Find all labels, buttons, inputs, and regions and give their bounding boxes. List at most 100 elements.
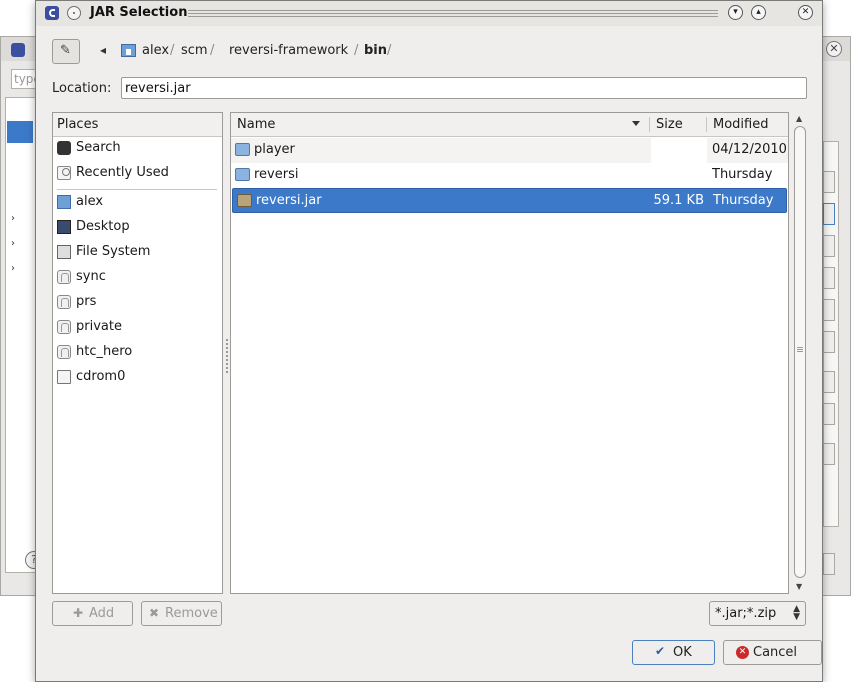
place-label: sync <box>76 269 106 284</box>
cancel-button[interactable]: ✕ Cancel <box>723 640 822 665</box>
background-tree <box>5 97 37 573</box>
cdrom-icon <box>57 370 71 384</box>
breadcrumb-alex[interactable]: alex <box>142 43 169 58</box>
drive-icon <box>57 295 71 309</box>
expand-arrow-icon[interactable]: › <box>11 263 15 274</box>
background-button[interactable] <box>823 553 835 575</box>
file-type-filter-select[interactable]: *.jar;*.zip ▲ ▼ <box>709 601 806 626</box>
place-htc-hero[interactable]: htc_hero <box>53 341 221 365</box>
size-cell <box>651 138 707 163</box>
dialog-title: JAR Selection <box>90 5 188 20</box>
location-input[interactable] <box>121 77 807 99</box>
pane-splitter[interactable] <box>226 339 228 373</box>
app-icon <box>11 43 25 57</box>
background-button[interactable] <box>823 171 835 193</box>
places-divider <box>57 189 217 190</box>
breadcrumb-separator: / <box>170 43 175 58</box>
place-cdrom0[interactable]: cdrom0 <box>53 366 221 390</box>
place-file-system[interactable]: File System <box>53 241 221 265</box>
background-button[interactable] <box>823 267 835 289</box>
place-label: alex <box>76 194 104 209</box>
place-label: prs <box>76 294 97 309</box>
minimize-icon[interactable]: ▾ <box>728 5 743 20</box>
dialog-titlebar: JAR Selection ▾ ▴ ✕ <box>36 1 822 26</box>
file-size: 59.1 KB <box>653 193 704 208</box>
scrollbar-thumb[interactable] <box>794 126 806 578</box>
place-recently-used[interactable]: Recently Used <box>53 162 221 186</box>
filesystem-icon <box>57 245 71 259</box>
place-sync[interactable]: sync <box>53 266 221 290</box>
checkmark-icon: ✔ <box>655 644 666 658</box>
plus-icon: ✚ <box>73 606 84 620</box>
file-row-player[interactable]: player 04/12/2010 <box>231 138 788 163</box>
jar-selection-dialog: JAR Selection ▾ ▴ ✕ ◂ alex / scm / rever… <box>35 0 823 682</box>
close-icon[interactable]: ✕ <box>826 41 842 57</box>
file-row-reversi[interactable]: reversi Thursday <box>231 163 788 188</box>
place-alex[interactable]: alex <box>53 191 221 215</box>
file-list-scrollbar[interactable]: ▲ ▼ <box>793 112 807 594</box>
desktop-icon <box>57 220 71 234</box>
background-button[interactable] <box>823 371 835 393</box>
remove-button[interactable]: ✖ Remove <box>141 601 222 626</box>
file-modified: Thursday <box>712 167 773 182</box>
place-label: htc_hero <box>76 344 133 359</box>
file-modified: 04/12/2010 <box>712 142 787 157</box>
breadcrumb-separator: / <box>387 43 392 58</box>
scroll-down-icon[interactable]: ▼ <box>796 582 802 591</box>
column-header-size[interactable]: Size <box>650 113 706 136</box>
breadcrumb-reversi-framework[interactable]: reversi-framework <box>229 43 348 58</box>
place-label: cdrom0 <box>76 369 126 384</box>
drive-icon <box>57 270 71 284</box>
file-name: player <box>254 142 295 157</box>
breadcrumb-scm[interactable]: scm <box>181 43 208 58</box>
add-button[interactable]: ✚ Add <box>52 601 133 626</box>
window-menu-icon[interactable] <box>67 6 81 20</box>
close-icon[interactable]: ✕ <box>798 5 813 20</box>
place-label: File System <box>76 244 151 259</box>
scroll-up-icon[interactable]: ▲ <box>796 114 802 123</box>
path-back-arrow-icon[interactable]: ◂ <box>100 43 106 57</box>
place-desktop[interactable]: Desktop <box>53 216 221 240</box>
folder-icon <box>235 168 250 181</box>
binoculars-icon <box>57 141 71 155</box>
remove-icon: ✖ <box>149 606 160 620</box>
drive-icon <box>57 320 71 334</box>
breadcrumb-bin[interactable]: bin <box>364 43 387 58</box>
spinner-arrows-icon: ▲ ▼ <box>793 604 800 622</box>
place-label: Recently Used <box>76 165 169 180</box>
background-button[interactable] <box>823 299 835 321</box>
file-list-header: Name Size Modified <box>231 113 788 137</box>
maximize-icon[interactable]: ▴ <box>751 5 766 20</box>
background-button[interactable] <box>823 203 835 225</box>
column-header-modified[interactable]: Modified <box>707 113 787 136</box>
place-prs[interactable]: prs <box>53 291 221 315</box>
expand-arrow-icon[interactable]: › <box>11 238 15 249</box>
file-row-reversi-jar[interactable]: reversi.jar 59.1 KB Thursday <box>232 188 787 213</box>
background-button[interactable] <box>823 403 835 425</box>
drive-icon <box>57 345 71 359</box>
cancel-icon: ✕ <box>736 646 749 659</box>
place-search[interactable]: Search <box>53 137 221 161</box>
jar-file-icon <box>237 194 252 207</box>
background-button[interactable] <box>823 235 835 257</box>
file-modified: Thursday <box>713 193 774 208</box>
breadcrumb-separator: / <box>210 43 215 58</box>
place-label: private <box>76 319 122 334</box>
expand-arrow-icon[interactable]: › <box>11 213 15 224</box>
home-folder-icon <box>121 44 136 57</box>
sort-descending-icon <box>632 121 640 126</box>
location-label: Location: <box>52 81 112 96</box>
eclipse-icon <box>45 6 59 20</box>
ok-button-label: OK <box>673 645 692 660</box>
recent-icon <box>57 166 71 180</box>
background-button[interactable] <box>823 443 835 465</box>
column-header-name[interactable]: Name <box>231 113 649 136</box>
ok-button[interactable]: ✔ OK <box>632 640 715 665</box>
breadcrumb-separator: / <box>354 43 359 58</box>
cancel-button-label: Cancel <box>753 645 798 660</box>
edit-path-button[interactable] <box>52 39 80 64</box>
place-private[interactable]: private <box>53 316 221 340</box>
place-label: Search <box>76 140 121 155</box>
places-header[interactable]: Places <box>53 113 222 137</box>
background-button[interactable] <box>823 331 835 353</box>
